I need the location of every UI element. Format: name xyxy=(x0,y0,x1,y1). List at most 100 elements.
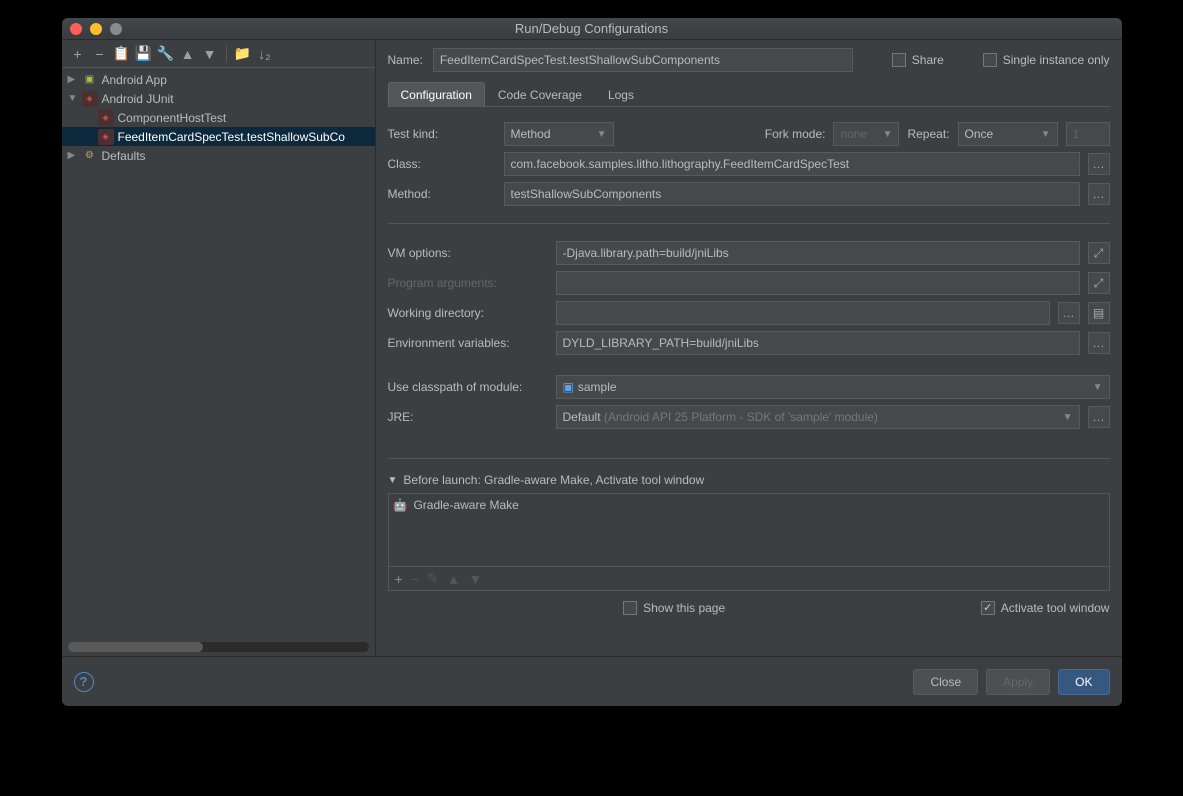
tree-item-android-junit[interactable]: ▼ ◈ Android JUnit xyxy=(62,89,375,108)
save-config-icon[interactable]: 💾 xyxy=(134,44,154,64)
tab-bar: Configuration Code Coverage Logs xyxy=(388,82,1110,107)
fork-mode-select[interactable]: none▼ xyxy=(833,122,899,146)
chevron-down-icon: ▼ xyxy=(1093,382,1103,393)
sort-icon[interactable]: ↓₂ xyxy=(255,44,275,64)
list-working-dir-button[interactable]: ▤ xyxy=(1088,302,1110,324)
close-button[interactable]: Close xyxy=(913,669,978,695)
edit-task-icon[interactable]: ✎ xyxy=(427,570,439,587)
junit-icon: ◈ xyxy=(82,91,98,107)
test-kind-select[interactable]: Method ▼ xyxy=(504,122,614,146)
show-page-checkbox[interactable] xyxy=(623,601,637,615)
content-panel: Name: Share Single instance only Configu… xyxy=(376,40,1122,656)
chevron-down-icon: ▼ xyxy=(883,129,893,140)
class-label: Class: xyxy=(388,157,496,171)
expand-arrow-icon[interactable]: ▶ xyxy=(68,150,78,161)
jre-label: JRE: xyxy=(388,410,548,424)
classpath-label: Use classpath of module: xyxy=(388,380,548,394)
env-vars-input[interactable] xyxy=(556,331,1080,355)
share-checkbox[interactable] xyxy=(892,53,906,67)
add-config-icon[interactable]: + xyxy=(68,44,88,64)
test-kind-label: Test kind: xyxy=(388,127,496,141)
tree-label: Defaults xyxy=(102,149,146,163)
tree-item-component-host-test[interactable]: ◈ ComponentHostTest xyxy=(62,108,375,127)
program-args-label: Program arguments: xyxy=(388,276,548,290)
move-up-task-icon[interactable]: ▲ xyxy=(447,571,461,587)
before-launch-item-label: Gradle-aware Make xyxy=(413,498,518,512)
before-launch-item[interactable]: 🤖 Gradle-aware Make xyxy=(393,498,1105,512)
chevron-down-icon: ▼ xyxy=(1063,412,1073,423)
browse-class-button[interactable]: … xyxy=(1088,153,1110,175)
jre-value: Default xyxy=(563,410,601,424)
folder-icon[interactable]: 📁 xyxy=(233,44,253,64)
tree-label: FeedItemCardSpecTest.testShallowSubCo xyxy=(118,130,345,144)
name-label: Name: xyxy=(388,53,423,67)
single-instance-label: Single instance only xyxy=(1003,53,1110,67)
add-task-icon[interactable]: + xyxy=(395,571,403,587)
collapse-arrow-icon[interactable]: ▼ xyxy=(68,93,78,104)
tab-code-coverage[interactable]: Code Coverage xyxy=(485,82,595,107)
repeat-value: Once xyxy=(965,127,994,141)
tab-configuration[interactable]: Configuration xyxy=(388,82,485,107)
class-input[interactable] xyxy=(504,152,1080,176)
browse-jre-button[interactable]: … xyxy=(1088,406,1110,428)
before-launch-section: ▼ Before launch: Gradle-aware Make, Acti… xyxy=(388,473,1110,615)
browse-working-dir-button[interactable]: … xyxy=(1058,302,1080,324)
activate-window-label: Activate tool window xyxy=(1001,601,1110,615)
jre-select[interactable]: Default (Android API 25 Platform - SDK o… xyxy=(556,405,1080,429)
remove-task-icon[interactable]: − xyxy=(411,571,419,587)
remove-config-icon[interactable]: − xyxy=(90,44,110,64)
tab-logs[interactable]: Logs xyxy=(595,82,647,107)
apply-button[interactable]: Apply xyxy=(986,669,1050,695)
copy-config-icon[interactable]: 📋 xyxy=(112,44,132,64)
browse-method-button[interactable]: … xyxy=(1088,183,1110,205)
config-tree: ▶ ▣ Android App ▼ ◈ Android JUnit ◈ Comp… xyxy=(62,68,375,638)
tree-item-feed-item-test[interactable]: ◈ FeedItemCardSpecTest.testShallowSubCo xyxy=(62,127,375,146)
android-icon: ▣ xyxy=(82,72,98,88)
chevron-down-icon: ▼ xyxy=(597,129,607,140)
classpath-select[interactable]: ▣sample ▼ xyxy=(556,375,1110,399)
ok-button[interactable]: OK xyxy=(1058,669,1109,695)
sidebar: + − 📋 💾 🔧 ▲ ▼ 📁 ↓₂ ▶ ▣ Android App xyxy=(62,40,376,656)
titlebar: Run/Debug Configurations xyxy=(62,18,1122,40)
activate-window-checkbox[interactable] xyxy=(981,601,995,615)
gear-icon: ⚙ xyxy=(82,148,98,164)
expand-arrow-icon[interactable]: ▶ xyxy=(68,74,78,85)
vm-options-label: VM options: xyxy=(388,246,548,260)
expand-program-args-button[interactable]: ⤢ xyxy=(1088,272,1110,294)
before-launch-header: Before launch: Gradle-aware Make, Activa… xyxy=(403,473,704,487)
tree-item-android-app[interactable]: ▶ ▣ Android App xyxy=(62,70,375,89)
android-icon: 🤖 xyxy=(393,498,408,512)
tree-label: Android App xyxy=(102,73,167,87)
move-down-icon[interactable]: ▼ xyxy=(200,44,220,64)
window-title: Run/Debug Configurations xyxy=(62,21,1122,36)
show-page-label: Show this page xyxy=(643,601,725,615)
junit-icon: ◈ xyxy=(98,110,114,126)
move-down-task-icon[interactable]: ▼ xyxy=(468,571,482,587)
sidebar-toolbar: + − 📋 💾 🔧 ▲ ▼ 📁 ↓₂ xyxy=(62,40,375,68)
tree-item-defaults[interactable]: ▶ ⚙ Defaults xyxy=(62,146,375,165)
move-up-icon[interactable]: ▲ xyxy=(178,44,198,64)
jre-hint: (Android API 25 Platform - SDK of 'sampl… xyxy=(604,410,878,424)
tree-label: ComponentHostTest xyxy=(118,111,227,125)
method-input[interactable] xyxy=(504,182,1080,206)
before-launch-list[interactable]: 🤖 Gradle-aware Make xyxy=(388,493,1110,567)
collapse-arrow-icon[interactable]: ▼ xyxy=(388,475,398,486)
test-kind-value: Method xyxy=(511,127,551,141)
repeat-select[interactable]: Once ▼ xyxy=(958,122,1058,146)
horizontal-scrollbar[interactable] xyxy=(68,642,369,652)
wrench-icon[interactable]: 🔧 xyxy=(156,44,176,64)
dialog-footer: ? Close Apply OK xyxy=(62,656,1122,706)
share-label: Share xyxy=(912,53,944,67)
working-dir-input[interactable] xyxy=(556,301,1050,325)
expand-vm-options-button[interactable]: ⤢ xyxy=(1088,242,1110,264)
chevron-down-icon: ▼ xyxy=(1041,129,1051,140)
single-instance-checkbox[interactable] xyxy=(983,53,997,67)
help-icon[interactable]: ? xyxy=(74,672,94,692)
browse-env-vars-button[interactable]: … xyxy=(1088,332,1110,354)
repeat-count-input xyxy=(1066,122,1110,146)
name-input[interactable] xyxy=(433,48,853,72)
fork-mode-label: Fork mode: xyxy=(765,127,826,141)
classpath-value: sample xyxy=(578,380,617,394)
scrollbar-thumb[interactable] xyxy=(68,642,203,652)
vm-options-input[interactable] xyxy=(556,241,1080,265)
